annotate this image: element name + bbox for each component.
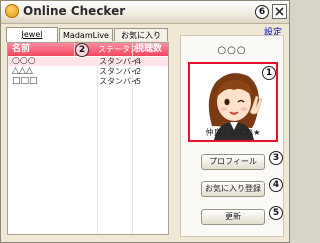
tab-favorites[interactable]: お気に入り bbox=[114, 28, 168, 41]
callout-badge-5: 5 bbox=[269, 206, 283, 220]
performer-list[interactable]: 名前 ステータス 視聴数 2 ○○○ スタンバイ 4 △△△ スタンバイ 2 □… bbox=[7, 42, 169, 235]
photo-caption: 仲良くしてね★ bbox=[205, 128, 261, 137]
tab-jewel[interactable]: Jewel bbox=[6, 27, 58, 42]
app-logo-icon bbox=[5, 4, 19, 18]
window-title: Online Checker bbox=[23, 4, 126, 18]
refresh-button[interactable]: 更新 bbox=[201, 209, 265, 225]
column-header-name[interactable]: 名前 bbox=[12, 43, 30, 56]
title-bar[interactable]: Online Checker 6 bbox=[1, 1, 289, 24]
row-status: スタンバイ bbox=[99, 57, 139, 66]
callout-badge-2: 2 bbox=[75, 43, 89, 57]
row-name: △△△ bbox=[12, 66, 33, 76]
list-row[interactable]: △△△ スタンバイ 2 bbox=[8, 66, 168, 77]
tab-madamlive[interactable]: MadamLive bbox=[59, 28, 113, 41]
profile-photo[interactable]: 仲良くしてね★ 1 bbox=[188, 62, 278, 142]
close-button[interactable] bbox=[272, 4, 287, 19]
row-name: □□□ bbox=[12, 76, 38, 86]
callout-badge-4: 4 bbox=[269, 178, 283, 192]
profile-button[interactable]: プロフィール bbox=[201, 154, 265, 170]
online-checker-window: Online Checker 6 設定 Jewel MadamLive お気に入… bbox=[0, 0, 290, 243]
row-status: スタンバイ bbox=[99, 67, 139, 76]
list-row[interactable]: □□□ スタンバイ 5 bbox=[8, 76, 168, 87]
profile-panel: ○○○ 仲良くしてね★ 1 プロフィール 3 お気に入り登録 4 更新 5 bbox=[180, 35, 284, 237]
list-row[interactable]: ○○○ スタンバイ 4 bbox=[8, 57, 168, 66]
row-name: ○○○ bbox=[12, 56, 36, 66]
callout-badge-1: 1 bbox=[262, 66, 276, 80]
profile-name: ○○○ bbox=[217, 45, 247, 56]
callout-badge-6: 6 bbox=[255, 5, 269, 19]
row-views: 4 bbox=[136, 57, 142, 66]
callout-badge-3: 3 bbox=[269, 151, 283, 165]
row-views: 5 bbox=[136, 77, 142, 86]
column-header-views[interactable]: 視聴数 bbox=[135, 43, 162, 56]
row-status: スタンバイ bbox=[99, 77, 139, 86]
close-icon bbox=[275, 7, 284, 16]
add-favorite-button[interactable]: お気に入り登録 bbox=[201, 181, 265, 197]
row-views: 2 bbox=[136, 67, 142, 76]
